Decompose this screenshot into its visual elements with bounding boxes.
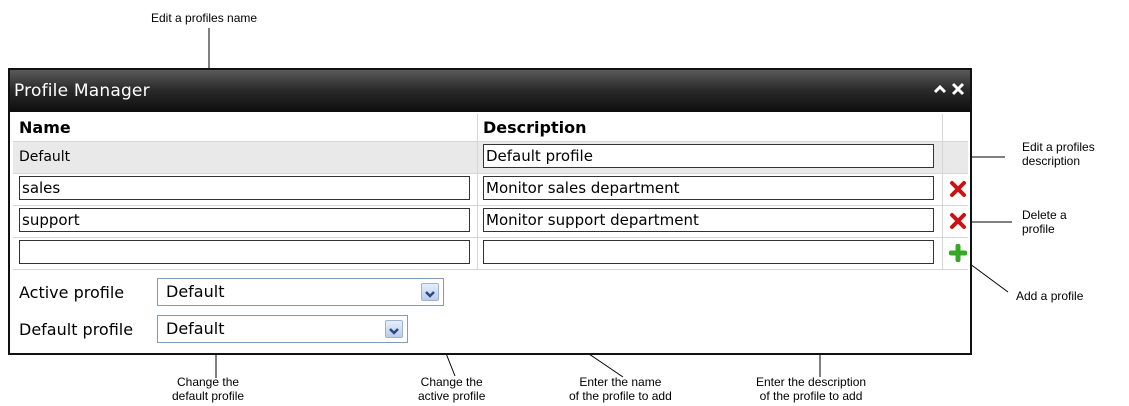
callout-edit-name: Edit a profiles name [151, 11, 258, 25]
profile-manager-window: Profile Manager Name Description Default… [8, 68, 972, 355]
profile-name-default: Default [19, 149, 71, 165]
row-divider [13, 205, 968, 206]
profile-description-field[interactable]: Default profile [483, 144, 934, 168]
profile-description-field[interactable]: Monitor sales department [483, 176, 934, 200]
column-divider [942, 114, 943, 269]
default-profile-label: Default profile [19, 320, 134, 339]
close-icon[interactable] [950, 80, 966, 98]
callout-change-default: Change the default profile [172, 375, 245, 403]
row-divider [13, 269, 968, 270]
column-divider [477, 114, 478, 269]
active-profile-label: Active profile [19, 283, 125, 302]
chevron-down-icon[interactable] [421, 283, 439, 301]
active-profile-select[interactable]: Default [157, 278, 444, 306]
column-header-description: Description [483, 118, 587, 137]
callout-edit-description: Edit a profiles description [1022, 140, 1095, 168]
profile-name-field[interactable]: sales [19, 176, 470, 200]
title-bar: Profile Manager [10, 70, 970, 112]
callout-change-active: Change the active profile [418, 375, 486, 403]
callout-add-profile: Add a profile [1016, 289, 1084, 303]
callout-enter-description: Enter the description of the profile to … [756, 375, 867, 403]
add-icon[interactable] [948, 243, 968, 263]
column-header-name: Name [19, 118, 71, 137]
row-divider [13, 237, 968, 238]
profile-description-field[interactable]: Monitor support department [483, 208, 934, 232]
delete-icon[interactable] [949, 180, 967, 198]
default-profile-select[interactable]: Default [157, 315, 408, 343]
new-profile-name-input[interactable] [19, 240, 470, 264]
profile-name-field[interactable]: support [19, 208, 470, 232]
delete-icon[interactable] [949, 212, 967, 230]
default-profile-value: Default [166, 319, 225, 338]
callout-delete-profile: Delete a profile [1022, 208, 1067, 236]
callout-enter-name: Enter the name of the profile to add [569, 375, 672, 403]
row-divider [13, 173, 968, 174]
new-profile-description-input[interactable] [483, 240, 934, 264]
window-title: Profile Manager [14, 81, 150, 101]
chevron-down-icon[interactable] [385, 320, 403, 338]
chevron-up-icon[interactable] [932, 80, 948, 98]
active-profile-value: Default [166, 282, 225, 301]
row-divider [13, 141, 968, 142]
